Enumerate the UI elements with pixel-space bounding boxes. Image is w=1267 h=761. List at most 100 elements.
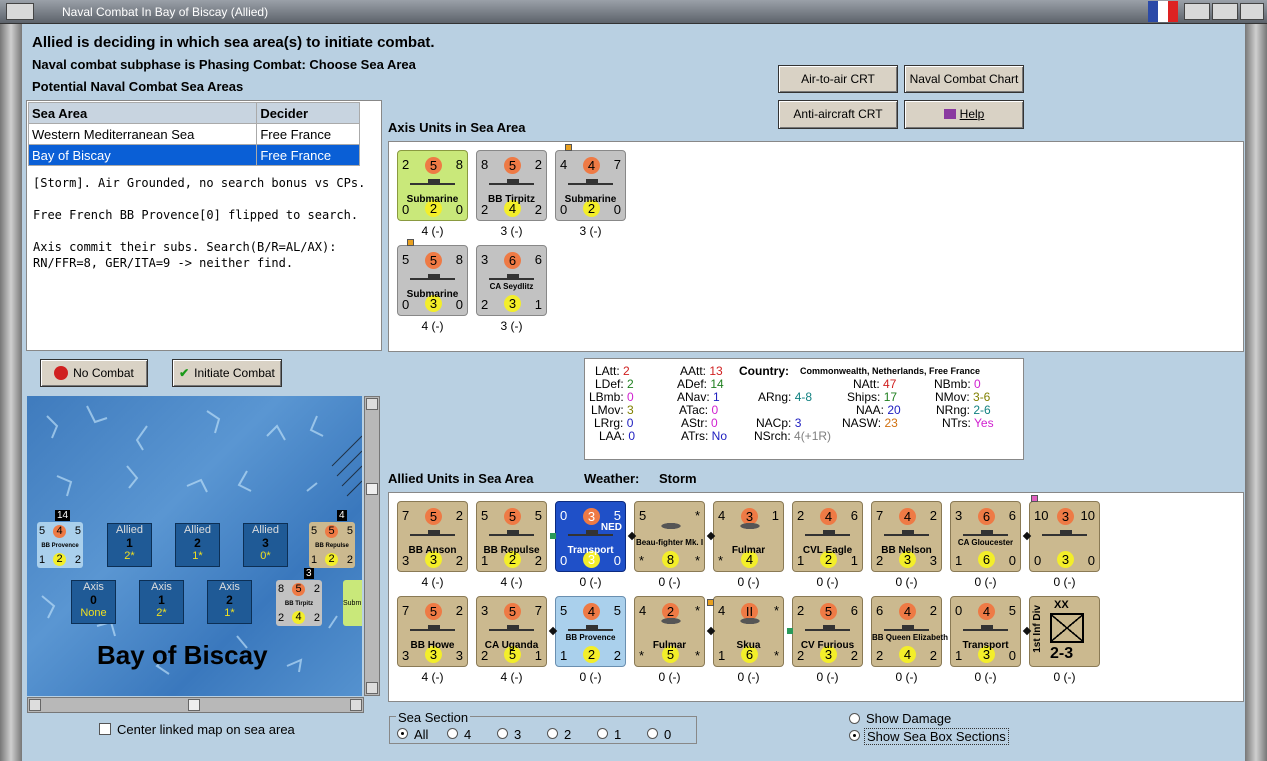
unit-name: Submarine <box>406 194 459 205</box>
sea-areas-heading: Potential Naval Combat Sea Areas <box>32 79 244 94</box>
unit-caption: 4 (-) <box>500 670 523 684</box>
attack-circle: 5 <box>504 157 521 174</box>
counter-top-right-value: * <box>773 603 779 618</box>
sea-section-radio-4[interactable] <box>447 728 458 739</box>
unit-counter[interactable]: 5 5 1 2 4 2 BB Provence <box>555 596 626 667</box>
map-vertical-scrollbar[interactable] <box>364 396 380 696</box>
vertical-scroll-thumb[interactable] <box>366 483 378 495</box>
unit-counter[interactable]: 3 7 2 1 5 5 CA Uganda <box>476 596 547 667</box>
unit-counter[interactable]: 4 * * * 2 5 Fulmar <box>634 596 705 667</box>
anav-label: ANav: 1 <box>677 390 720 404</box>
unit-counter[interactable]: 1st Inf Div XX 2-3 <box>1029 596 1100 667</box>
center-map-label: Center linked map on sea area <box>117 722 295 737</box>
sea-area-map[interactable]: Allied 1 2* Allied 2 1* Allied 3 0* Axis 0 None Axis… <box>27 396 362 696</box>
counter-top-left-value: 4 <box>639 603 647 618</box>
counter-top-right-value: 8 <box>455 157 463 172</box>
maximize-button[interactable] <box>1212 3 1238 20</box>
sea-box-section[interactable]: Axis 0 None <box>71 580 116 624</box>
naval-combat-chart-button[interactable]: Naval Combat Chart <box>904 65 1024 93</box>
sea-section-radio-3[interactable] <box>497 728 508 739</box>
horizontal-scroll-thumb[interactable] <box>188 699 200 711</box>
unit-counter[interactable]: 2 8 0 0 5 2 Submarine <box>397 150 468 221</box>
unit-counter[interactable]: 6 2 2 2 4 4 BB Queen Elizabeth <box>871 596 948 667</box>
map-horizontal-scrollbar[interactable] <box>27 697 364 713</box>
unit-counter[interactable]: 7 2 3 3 5 3 BB Howe <box>397 596 468 667</box>
unit-counter[interactable]: 3 6 2 1 6 3 CA Seydlitz <box>476 245 547 316</box>
sea-section-radio-all[interactable] <box>397 728 408 739</box>
table-row[interactable]: Bay of Biscay Free France <box>27 144 360 166</box>
unit-counter[interactable]: 4 1 * 3 4 Fulmar <box>713 501 784 572</box>
center-map-checkbox[interactable] <box>99 723 111 735</box>
anti-aircraft-crt-button[interactable]: Anti-aircraft CRT <box>778 100 898 129</box>
sea-box-section[interactable]: Axis 1 2* <box>139 580 184 624</box>
unit-counter[interactable]: 4 7 0 0 4 2 Submarine <box>555 150 626 221</box>
no-combat-button[interactable]: No Combat <box>40 359 148 387</box>
aircraft-icon <box>649 519 693 533</box>
unit-counter[interactable]: 5 5 1 2 5 2 BB Repulse <box>476 501 547 572</box>
sea-box-section[interactable]: Allied 2 1* <box>175 523 220 567</box>
unit-counter[interactable]: 0 5 1 0 4 3 Transport <box>950 596 1021 667</box>
unit-name: CV Furious <box>800 640 855 651</box>
attack-circle: 5 <box>504 603 521 620</box>
unit-caption: 0 (-) <box>579 670 602 684</box>
unit-counter[interactable]: 7 2 2 3 4 3 BB Nelson <box>871 501 942 572</box>
stack-count-badge: 3 <box>304 568 314 579</box>
sea-section-option-label: All <box>414 727 429 742</box>
counter-top-right-value: 5 <box>613 603 621 618</box>
attack-circle: 3 <box>1057 508 1074 525</box>
show-damage-label: Show Damage <box>866 711 952 726</box>
unit-counter[interactable]: 8 2 2 2 5 4 BB Tirpitz <box>476 150 547 221</box>
sea-section-radio-0[interactable] <box>647 728 658 739</box>
show-damage-radio[interactable] <box>849 713 860 724</box>
scroll-right-arrow-icon[interactable] <box>350 699 362 711</box>
sea-section-radio-2[interactable] <box>547 728 558 739</box>
counter-top-left-value: 10 <box>1034 508 1049 523</box>
unit-caption: 0 (-) <box>1053 575 1076 589</box>
ship-icon <box>884 625 929 631</box>
help-button[interactable]: Help <box>904 100 1024 129</box>
counter-top-right-value: 5 <box>613 508 621 523</box>
unit-counter[interactable]: 5 * * * 8 Beau-fighter Mk. I <box>634 501 705 572</box>
attack-circle: 4 <box>53 525 66 538</box>
sea-box-number: 2 <box>194 536 201 550</box>
scroll-left-arrow-icon[interactable] <box>29 699 41 711</box>
sea-area-panel: Sea Area Decider Western Mediterranean S… <box>26 100 382 351</box>
unit-counter[interactable]: 3 6 1 0 6 6 CA Gloucester <box>950 501 1021 572</box>
unit-counter[interactable]: 10 10 0 0 3 3 <box>1029 501 1100 572</box>
sea-box-section[interactable]: Allied 1 2* <box>107 523 152 567</box>
map-unit-stack[interactable]: Subm <box>343 580 362 626</box>
counter-top-right-value: 7 <box>534 603 542 618</box>
attack-circle: 4 <box>978 603 995 620</box>
map-unit-stack[interactable]: 3 8 2 2 2 5 4 BB Tirpitz <box>276 568 322 626</box>
scroll-down-arrow-icon[interactable] <box>366 682 378 694</box>
map-unit-stack[interactable]: 4 5 5 1 2 5 2 BB Repulse <box>309 510 355 568</box>
air-to-air-crt-button[interactable]: Air-to-air CRT <box>778 65 898 93</box>
window-title: Naval Combat In Bay of Biscay (Allied) <box>62 5 269 19</box>
attack-circle: 6 <box>978 508 995 525</box>
sea-box-section[interactable]: Allied 3 0* <box>243 523 288 567</box>
scroll-up-arrow-icon[interactable] <box>366 398 378 410</box>
show-sea-box-sections-radio[interactable] <box>849 730 860 741</box>
sea-section-option-label: 3 <box>514 727 522 742</box>
initiate-combat-button[interactable]: ✔ Initiate Combat <box>172 359 282 387</box>
counter-top-right-value: 8 <box>455 252 463 267</box>
map-unit-stack[interactable]: 14 5 5 1 2 4 2 BB Provence <box>37 510 83 568</box>
table-row[interactable]: Western Mediterranean Sea Free France <box>27 123 360 145</box>
unit-counter[interactable]: 2 6 2 2 5 3 CV Furious <box>792 596 863 667</box>
unit-counter[interactable]: 7 2 3 2 5 3 BB Anson <box>397 501 468 572</box>
sea-box-section[interactable]: Axis 2 1* <box>207 580 252 624</box>
close-button[interactable] <box>1240 3 1264 20</box>
no-combat-label: No Combat <box>73 366 134 380</box>
lmov-label: LMov: 3 <box>591 403 634 417</box>
unit-counter[interactable]: 4 * 1 * II 6 Skua <box>713 596 784 667</box>
ship-icon <box>410 274 455 280</box>
naa-label: NAA: 20 <box>856 403 901 417</box>
unit-counter[interactable]: 0 5 0 0 3 3 Transport NED <box>555 501 626 572</box>
sea-section-radio-1[interactable] <box>597 728 608 739</box>
unit-counter[interactable]: 2 6 1 1 4 2 CVL Eagle <box>792 501 863 572</box>
system-menu-button[interactable] <box>6 3 34 20</box>
ship-icon <box>568 530 613 536</box>
link-marker-icon <box>787 628 793 634</box>
minimize-button[interactable] <box>1184 3 1210 20</box>
unit-counter[interactable]: 5 8 0 0 5 3 Submarine <box>397 245 468 316</box>
